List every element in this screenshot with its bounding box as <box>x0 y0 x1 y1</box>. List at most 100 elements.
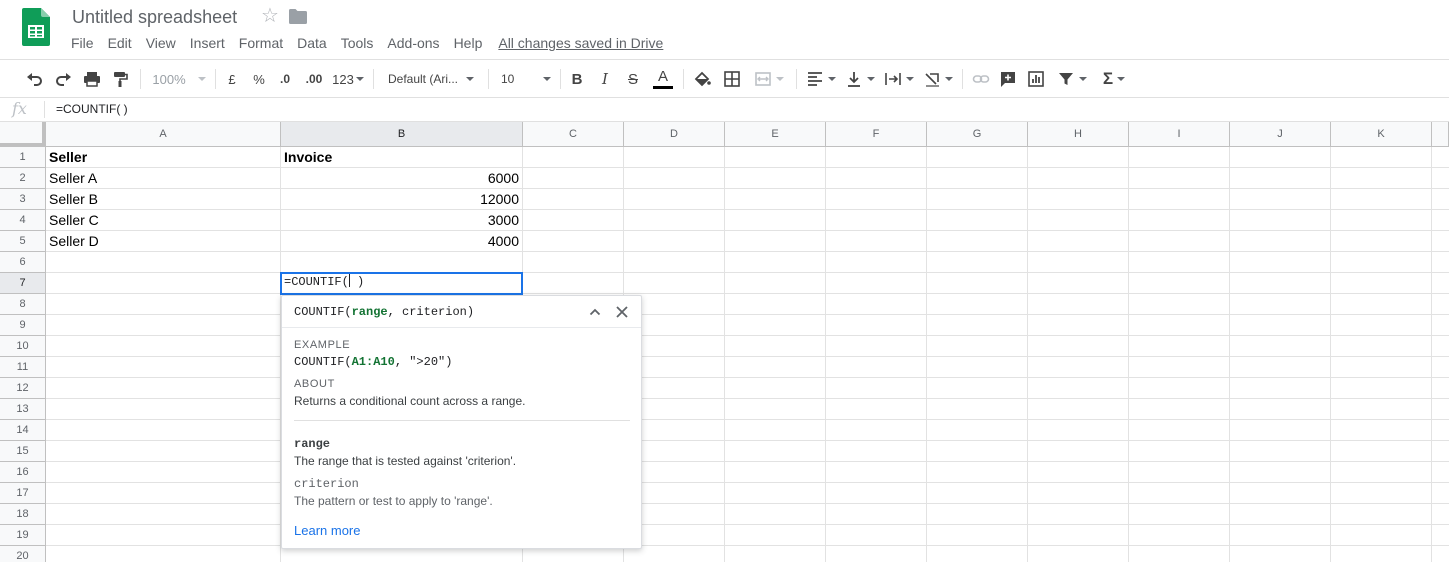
row-header-16[interactable]: 16 <box>0 462 46 483</box>
zoom-select[interactable]: 100% <box>150 61 208 97</box>
decrease-decimal-button[interactable]: .0 <box>273 61 297 97</box>
column-header-g[interactable]: G <box>927 122 1028 147</box>
row-header-3[interactable]: 3 <box>0 189 46 210</box>
cell-b4[interactable]: 3000 <box>281 210 522 231</box>
column-header-b[interactable]: B <box>281 122 523 147</box>
row-header-9[interactable]: 9 <box>0 315 46 336</box>
more-formats-button[interactable]: 123 <box>331 61 365 97</box>
cell-a1[interactable]: Seller <box>46 147 280 168</box>
more-formats-caret-icon <box>355 77 364 81</box>
menu-edit[interactable]: Edit <box>101 32 139 54</box>
text-rotation-button[interactable] <box>920 61 956 97</box>
menu-format[interactable]: Format <box>232 32 290 54</box>
row-header-15[interactable]: 15 <box>0 441 46 462</box>
cell-b2[interactable]: 6000 <box>281 168 522 189</box>
spreadsheet-grid[interactable]: A B C D E F G H I J K 1 2 3 4 5 6 7 8 9 … <box>0 122 1449 562</box>
horizontal-align-button[interactable] <box>803 61 839 97</box>
menu-tools[interactable]: Tools <box>334 32 381 54</box>
row-header-6[interactable]: 6 <box>0 252 46 273</box>
signature-arg-criterion: criterion <box>402 305 467 319</box>
font-size-select[interactable]: 10 <box>495 61 555 97</box>
row-header-5[interactable]: 5 <box>0 231 46 252</box>
column-header-k[interactable]: K <box>1331 122 1432 147</box>
print-button[interactable] <box>81 61 103 97</box>
functions-button[interactable]: Σ <box>1096 61 1132 97</box>
row-header-17[interactable]: 17 <box>0 483 46 504</box>
row-header-13[interactable]: 13 <box>0 399 46 420</box>
save-status-link[interactable]: All changes saved in Drive <box>498 34 663 52</box>
column-header-j[interactable]: J <box>1230 122 1331 147</box>
more-formats-label: 123 <box>332 71 354 87</box>
menu-insert[interactable]: Insert <box>183 32 232 54</box>
currency-format-button[interactable]: £ <box>222 61 242 97</box>
row-header-11[interactable]: 11 <box>0 357 46 378</box>
example-formula: COUNTIF(A1:A10, ">20") <box>294 355 452 369</box>
column-header-overflow[interactable] <box>1432 122 1449 147</box>
row-header-2[interactable]: 2 <box>0 168 46 189</box>
column-header-e[interactable]: E <box>725 122 826 147</box>
redo-button[interactable] <box>52 61 74 97</box>
italic-button[interactable]: I <box>595 61 615 97</box>
strikethrough-button[interactable]: S <box>623 61 643 97</box>
grid-line <box>46 356 1449 357</box>
cell-b3[interactable]: 12000 <box>281 189 522 210</box>
column-header-f[interactable]: F <box>826 122 927 147</box>
vertical-align-button[interactable] <box>842 61 878 97</box>
text-wrapping-button[interactable] <box>881 61 917 97</box>
cell-b1[interactable]: Invoice <box>281 147 522 168</box>
merge-cells-button[interactable] <box>749 61 789 97</box>
formula-help-header[interactable]: COUNTIF(range, criterion) <box>282 296 641 328</box>
star-icon[interactable]: ☆ <box>261 5 279 27</box>
menu-addons[interactable]: Add-ons <box>380 32 446 54</box>
menu-data[interactable]: Data <box>290 32 334 54</box>
borders-button[interactable] <box>721 61 743 97</box>
cell-a3[interactable]: Seller B <box>46 189 280 210</box>
row-header-7[interactable]: 7 <box>0 273 46 294</box>
increase-decimal-button[interactable]: .00 <box>301 61 327 97</box>
learn-more-link[interactable]: Learn more <box>294 523 360 538</box>
column-header-i[interactable]: I <box>1129 122 1230 147</box>
menu-bar: File Edit View Insert Format Data Tools … <box>64 32 663 54</box>
active-cell-editor[interactable]: =COUNTIF( ) <box>280 272 523 295</box>
paint-format-button[interactable] <box>109 61 131 97</box>
undo-button[interactable] <box>24 61 46 97</box>
row-header-19[interactable]: 19 <box>0 525 46 546</box>
row-header-12[interactable]: 12 <box>0 378 46 399</box>
percent-format-button[interactable]: % <box>249 61 269 97</box>
bold-button[interactable]: B <box>567 61 587 97</box>
select-all-corner[interactable] <box>0 122 46 147</box>
column-header-c[interactable]: C <box>523 122 624 147</box>
folder-icon[interactable] <box>289 9 307 24</box>
sheets-logo-icon[interactable] <box>22 8 50 46</box>
document-title[interactable]: Untitled spreadsheet <box>72 6 237 28</box>
row-header-14[interactable]: 14 <box>0 420 46 441</box>
row-header-18[interactable]: 18 <box>0 504 46 525</box>
menu-help[interactable]: Help <box>447 32 490 54</box>
insert-comment-button[interactable] <box>997 61 1019 97</box>
cell-b5[interactable]: 4000 <box>281 231 522 252</box>
row-header-4[interactable]: 4 <box>0 210 46 231</box>
column-header-d[interactable]: D <box>624 122 725 147</box>
insert-chart-button[interactable] <box>1025 61 1047 97</box>
insert-link-button[interactable] <box>970 61 992 97</box>
row-header-10[interactable]: 10 <box>0 336 46 357</box>
formula-bar: fx =COUNTIF( ) <box>0 97 1449 122</box>
row-header-20[interactable]: 20 <box>0 546 46 562</box>
collapse-chevron-up-icon[interactable] <box>586 303 604 321</box>
formula-input[interactable]: =COUNTIF( ) <box>56 102 128 116</box>
close-icon[interactable] <box>613 303 631 321</box>
menu-view[interactable]: View <box>139 32 183 54</box>
fill-color-button[interactable] <box>691 61 713 97</box>
cell-a5[interactable]: Seller D <box>46 231 280 252</box>
font-family-select[interactable]: Default (Ari... <box>381 61 481 97</box>
column-header-h[interactable]: H <box>1028 122 1129 147</box>
filter-button[interactable] <box>1054 61 1090 97</box>
row-header-1[interactable]: 1 <box>0 147 46 168</box>
menu-file[interactable]: File <box>64 32 101 54</box>
chart-icon <box>1028 71 1044 87</box>
column-header-a[interactable]: A <box>46 122 281 147</box>
row-header-8[interactable]: 8 <box>0 294 46 315</box>
cell-a4[interactable]: Seller C <box>46 210 280 231</box>
text-color-button[interactable]: A <box>651 61 675 97</box>
cell-a2[interactable]: Seller A <box>46 168 280 189</box>
